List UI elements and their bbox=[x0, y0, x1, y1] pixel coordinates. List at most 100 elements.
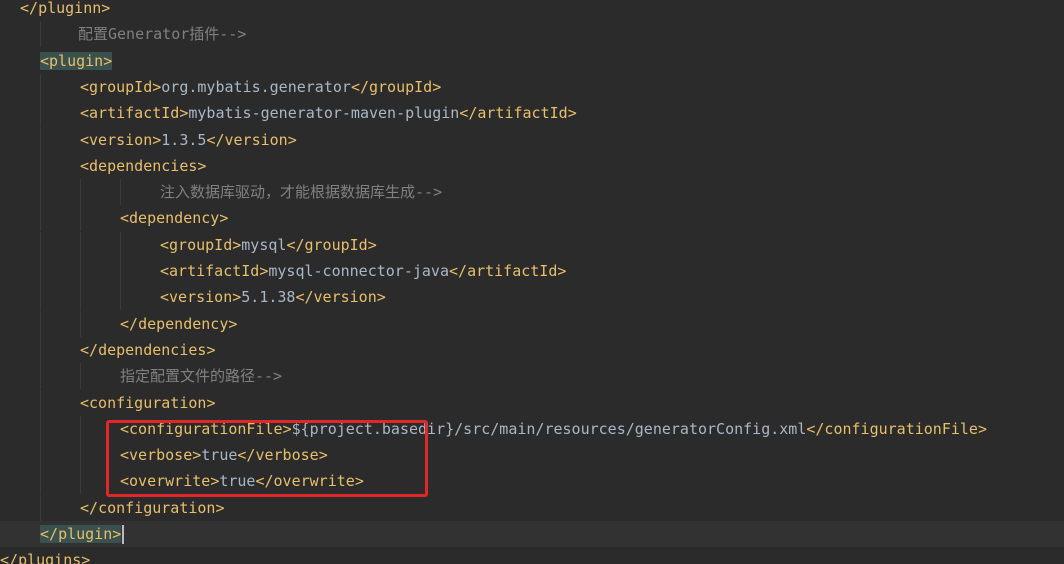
indent-guide bbox=[40, 205, 41, 232]
tag-bracket: < bbox=[80, 156, 90, 175]
code-content: </dependency> bbox=[120, 311, 237, 337]
code-line[interactable]: <artifactId>mybatis-generator-maven-plug… bbox=[0, 100, 1064, 127]
code-line[interactable]: <groupId>mysql</groupId> bbox=[0, 231, 1064, 258]
tag-bracket: > bbox=[228, 314, 238, 333]
code-line[interactable]: </dependency> bbox=[0, 310, 1064, 337]
code-content: 指定配置文件的路径--> bbox=[120, 363, 282, 389]
code-line[interactable]: <configurationFile>${project.basedir}/sr… bbox=[0, 415, 1064, 442]
tag-name: version bbox=[89, 130, 153, 149]
tag-bracket: > bbox=[219, 209, 229, 228]
tag-name: dependency bbox=[138, 314, 229, 333]
code-content: </plugin> bbox=[40, 521, 125, 547]
tag-name: version bbox=[313, 288, 377, 307]
code-line[interactable]: </pluginn> bbox=[0, 0, 1064, 21]
xml-tag: <plugin> bbox=[40, 51, 113, 70]
close-tag: </verbose> bbox=[237, 446, 328, 465]
close-tag: </version> bbox=[295, 288, 386, 307]
element-value: 5.1.38 bbox=[241, 288, 296, 307]
element-value: true bbox=[219, 472, 256, 491]
close-tag: </groupId> bbox=[350, 77, 442, 96]
tag-name: configurationFile bbox=[129, 419, 283, 438]
indent-guide bbox=[40, 100, 41, 127]
indent-guide bbox=[80, 442, 81, 469]
tag-name: dependencies bbox=[89, 156, 198, 175]
code-content: 注入数据库驱动，才能根据数据库生成--> bbox=[160, 179, 442, 205]
tag-bracket: </ bbox=[40, 525, 59, 543]
xml-tag: </dependencies> bbox=[80, 341, 215, 359]
code-content: <verbose>true</verbose> bbox=[120, 442, 328, 468]
tag-name: artifactId bbox=[169, 262, 260, 280]
indent-guide bbox=[80, 258, 81, 284]
tag-bracket: < bbox=[40, 51, 50, 70]
code-line[interactable]: <configuration> bbox=[0, 389, 1064, 416]
element-value: 1.3.5 bbox=[161, 130, 207, 149]
indent-guide bbox=[40, 258, 41, 284]
code-line[interactable]: <dependency> bbox=[0, 205, 1064, 232]
code-line[interactable]: <overwrite>true</overwrite> bbox=[0, 468, 1064, 495]
xml-tag: <dependencies> bbox=[80, 157, 206, 175]
tag-bracket: > bbox=[206, 393, 216, 412]
code-line[interactable]: </plugin> bbox=[0, 521, 1064, 547]
close-tag: </artifactId> bbox=[449, 262, 567, 280]
xml-tag: <dependency> bbox=[120, 209, 228, 227]
code-line[interactable]: </configuration> bbox=[0, 494, 1064, 521]
code-content: <dependency> bbox=[120, 205, 228, 231]
code-content: <version>5.1.38</version> bbox=[160, 284, 386, 310]
code-editor[interactable]: </pluginn> 配置Generator插件--> <plugin> <group… bbox=[0, 0, 1064, 564]
tag-name: pluginn bbox=[38, 0, 102, 17]
indent-guide bbox=[40, 231, 41, 258]
open-tag: <groupId> bbox=[160, 235, 242, 254]
code-content: <configuration> bbox=[80, 390, 215, 416]
tag-bracket: > bbox=[206, 340, 216, 359]
code-line[interactable]: </dependencies> bbox=[0, 336, 1064, 363]
code-line[interactable]: <version>1.3.5</version> bbox=[0, 126, 1064, 153]
code-line[interactable]: <verbose>true</verbose> bbox=[0, 442, 1064, 469]
code-line[interactable]: <groupId>org.mybatis.generator</groupId> bbox=[0, 73, 1064, 100]
indent-guide bbox=[40, 336, 41, 363]
xml-tag: </configuration> bbox=[80, 499, 225, 517]
close-tag: </groupId> bbox=[286, 235, 377, 254]
element-value: org.mybatis.generator bbox=[161, 77, 351, 96]
tag-name: version bbox=[169, 288, 233, 307]
indent-guide bbox=[80, 284, 81, 311]
indent-guide bbox=[40, 152, 41, 179]
code-line[interactable]: <version>5.1.38</version> bbox=[0, 284, 1064, 311]
tag-bracket: </ bbox=[0, 551, 19, 564]
tag-name: artifactId bbox=[89, 104, 180, 123]
tag-name: groupId bbox=[304, 235, 368, 254]
indent-guide bbox=[40, 363, 41, 390]
tag-name: plugins bbox=[18, 551, 82, 564]
element-value: ${project.basedir}/src/main/resources/ge… bbox=[291, 419, 807, 438]
close-tag: </version> bbox=[206, 130, 297, 149]
open-tag: <groupId> bbox=[80, 77, 162, 96]
text-caret bbox=[122, 525, 125, 544]
code-line[interactable]: 指定配置文件的路径--> bbox=[0, 363, 1064, 390]
indent-guide bbox=[120, 179, 121, 206]
tag-name: configuration bbox=[89, 393, 207, 412]
code-content: <artifactId>mysql-connector-java</artifa… bbox=[160, 258, 566, 284]
code-line[interactable]: <dependencies> bbox=[0, 152, 1064, 179]
element-value: true bbox=[201, 446, 238, 465]
indent-guide bbox=[40, 179, 41, 206]
code-line[interactable]: </plugins> bbox=[0, 547, 1064, 564]
tag-name: configuration bbox=[98, 498, 216, 517]
xml-comment: 配置Generator插件--> bbox=[78, 25, 247, 44]
code-line[interactable]: <artifactId>mysql-connector-java</artifa… bbox=[0, 258, 1064, 284]
code-line[interactable]: 配置Generator插件--> bbox=[0, 21, 1064, 48]
indent-guide bbox=[40, 21, 41, 48]
close-tag: </configurationFile> bbox=[806, 419, 987, 438]
code-content: <groupId>mysql</groupId> bbox=[160, 232, 377, 258]
tag-name: artifactId bbox=[477, 104, 568, 123]
code-line[interactable]: <plugin> bbox=[0, 48, 1064, 74]
indent-guide bbox=[80, 310, 81, 337]
tag-bracket: > bbox=[81, 551, 91, 564]
code-content: <groupId>org.mybatis.generator</groupId> bbox=[80, 74, 441, 100]
indent-guide bbox=[40, 389, 41, 416]
element-value: mysql bbox=[241, 235, 287, 254]
indent-guide bbox=[80, 179, 81, 206]
indent-guide bbox=[120, 258, 121, 284]
close-tag: </artifactId> bbox=[459, 104, 577, 123]
code-line[interactable]: 注入数据库驱动，才能根据数据库生成--> bbox=[0, 179, 1064, 206]
code-content: <artifactId>mybatis-generator-maven-plug… bbox=[80, 100, 577, 126]
tag-bracket: </ bbox=[80, 340, 99, 359]
